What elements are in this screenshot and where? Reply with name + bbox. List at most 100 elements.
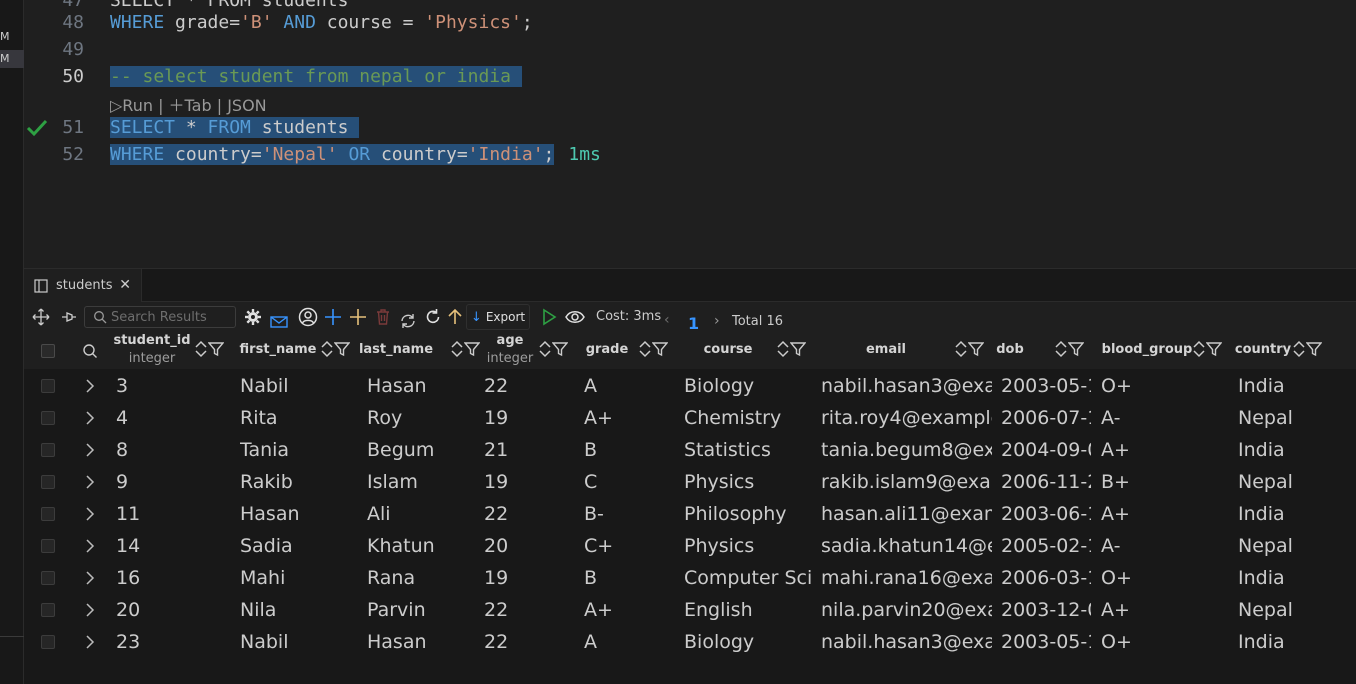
cell-last-name[interactable]: Begum (367, 439, 477, 461)
add-column-icon[interactable] (347, 302, 369, 332)
sort-icon[interactable] (954, 340, 968, 358)
column-header-dob[interactable]: dob (984, 332, 1036, 369)
row-checkbox[interactable] (41, 635, 55, 649)
cell-age[interactable]: 19 (484, 567, 564, 589)
cell-blood-group[interactable]: B+ (1101, 471, 1221, 493)
sort-icon[interactable] (776, 340, 790, 358)
cell-email[interactable]: mahi.rana16@example.com (821, 567, 992, 589)
cell-grade[interactable]: C+ (584, 535, 674, 557)
column-header-email[interactable]: email (810, 332, 962, 369)
cell-country[interactable]: India (1238, 631, 1348, 653)
cell-grade[interactable]: A (584, 631, 674, 653)
table-row[interactable]: 8 Tania Begum 21 B Statistics tania.begum8@exa… (24, 434, 1356, 466)
table-row[interactable]: 20 Nila Parvin 22 A+ English nila.parvin20@exa… (24, 594, 1356, 626)
cell-grade[interactable]: A+ (584, 599, 674, 621)
cell-country[interactable]: Nepal (1238, 407, 1348, 429)
row-checkbox[interactable] (41, 603, 55, 617)
cell-course[interactable]: Chemistry (684, 407, 812, 429)
code-line[interactable]: 52 WHERE country='Nepal' OR country='Indi… (24, 141, 1356, 168)
user-circle-icon[interactable] (297, 302, 319, 332)
cell-dob[interactable]: 2006-11-20 (1001, 471, 1091, 493)
cell-blood-group[interactable]: O+ (1101, 567, 1221, 589)
filter-icon[interactable] (789, 340, 807, 358)
cell-student-id[interactable]: 14 (116, 535, 226, 557)
code-line[interactable]: 49 (24, 36, 1356, 63)
search-input[interactable] (111, 309, 231, 325)
cell-country[interactable]: India (1238, 439, 1348, 461)
cell-email[interactable]: hasan.ali11@example.com (821, 503, 992, 525)
cell-country[interactable]: Nepal (1238, 599, 1348, 621)
cell-first-name[interactable]: Rakib (240, 471, 350, 493)
cell-age[interactable]: 22 (484, 599, 564, 621)
cell-last-name[interactable]: Khatun (367, 535, 477, 557)
table-row[interactable]: 3 Nabil Hasan 22 A Biology nabil.hasan3@exampl… (24, 370, 1356, 402)
cell-last-name[interactable]: Ali (367, 503, 477, 525)
page-number[interactable]: 1 (688, 314, 699, 333)
code-line[interactable]: 48 WHERE grade='B' AND course = 'Physics'… (24, 9, 1356, 36)
table-row[interactable]: 16 Mahi Rana 19 B Computer Science mahi.rana16… (24, 562, 1356, 594)
search-icon[interactable] (82, 343, 98, 359)
cell-country[interactable]: India (1238, 567, 1348, 589)
cell-age[interactable]: 22 (484, 631, 564, 653)
cell-last-name[interactable]: Hasan (367, 631, 477, 653)
cell-dob[interactable]: 2006-07-11 (1001, 407, 1091, 429)
sort-icon[interactable] (638, 340, 652, 358)
cell-blood-group[interactable]: A- (1101, 407, 1221, 429)
cell-course[interactable]: Physics (684, 471, 812, 493)
cell-dob[interactable]: 2005-02-14 (1001, 535, 1091, 557)
cell-age[interactable]: 20 (484, 535, 564, 557)
chevron-right-icon[interactable] (84, 537, 96, 555)
run-icon[interactable] (538, 302, 560, 332)
sort-icon[interactable] (1192, 340, 1206, 358)
cell-dob[interactable]: 2003-05-15 (1001, 631, 1091, 653)
cell-course[interactable]: Philosophy (684, 503, 812, 525)
cell-country[interactable]: India (1238, 375, 1348, 397)
close-icon[interactable]: ✕ (119, 277, 131, 293)
cell-student-id[interactable]: 23 (116, 631, 226, 653)
filter-icon[interactable] (967, 340, 985, 358)
table-row[interactable]: 14 Sadia Khatun 20 C+ Physics sadia.khatun14@e… (24, 530, 1356, 562)
cell-first-name[interactable]: Rita (240, 407, 350, 429)
sort-icon[interactable] (1292, 340, 1306, 358)
cell-age[interactable]: 22 (484, 503, 564, 525)
move-icon[interactable] (30, 302, 52, 332)
cell-dob[interactable]: 2003-12-05 (1001, 599, 1091, 621)
cell-course[interactable]: English (684, 599, 812, 621)
column-header-country[interactable]: country (1232, 332, 1294, 369)
chevron-right-icon[interactable] (84, 601, 96, 619)
cell-last-name[interactable]: Roy (367, 407, 477, 429)
filter-icon[interactable] (1205, 340, 1223, 358)
cell-blood-group[interactable]: A+ (1101, 439, 1221, 461)
filter-icon[interactable] (1305, 340, 1323, 358)
code-line[interactable]: 50 -- select student from nepal or india (24, 63, 1356, 90)
cell-grade[interactable]: B- (584, 503, 674, 525)
table-row[interactable]: 23 Nabil Hasan 22 A Biology nabil.hasan3@examp… (24, 626, 1356, 658)
cell-grade[interactable]: A+ (584, 407, 674, 429)
cell-course[interactable]: Biology (684, 631, 812, 653)
cell-last-name[interactable]: Islam (367, 471, 477, 493)
sql-editor[interactable]: 47 SELECT * FROM students 48 WHERE grade='B… (24, 0, 1356, 268)
cell-last-name[interactable]: Hasan (367, 375, 477, 397)
cell-course[interactable]: Computer Science (684, 567, 812, 589)
cell-student-id[interactable]: 9 (116, 471, 226, 493)
chevron-right-icon[interactable] (84, 505, 96, 523)
cell-first-name[interactable]: Nabil (240, 375, 350, 397)
export-button[interactable]: ↓ Export (466, 304, 530, 330)
sidebar-marker[interactable]: M (0, 28, 24, 46)
row-checkbox[interactable] (41, 411, 55, 425)
select-all-checkbox[interactable] (41, 344, 55, 358)
search-results-box[interactable] (84, 306, 236, 328)
cell-blood-group[interactable]: A- (1101, 535, 1221, 557)
cell-student-id[interactable]: 8 (116, 439, 226, 461)
cell-blood-group[interactable]: A+ (1101, 599, 1221, 621)
arrow-up-icon[interactable] (444, 302, 466, 332)
chevron-right-icon[interactable]: › (714, 313, 720, 329)
row-checkbox[interactable] (41, 571, 55, 585)
chevron-right-icon[interactable] (84, 441, 96, 459)
chevron-right-icon[interactable] (84, 473, 96, 491)
sidebar-marker-selected[interactable]: M (0, 50, 24, 68)
cell-email[interactable]: rakib.islam9@example.com (821, 471, 992, 493)
cell-dob[interactable]: 2003-06-18 (1001, 503, 1091, 525)
table-row[interactable]: 11 Hasan Ali 22 B- Philosophy hasan.ali11@exam… (24, 498, 1356, 530)
column-header-grade[interactable]: grade (572, 332, 642, 369)
